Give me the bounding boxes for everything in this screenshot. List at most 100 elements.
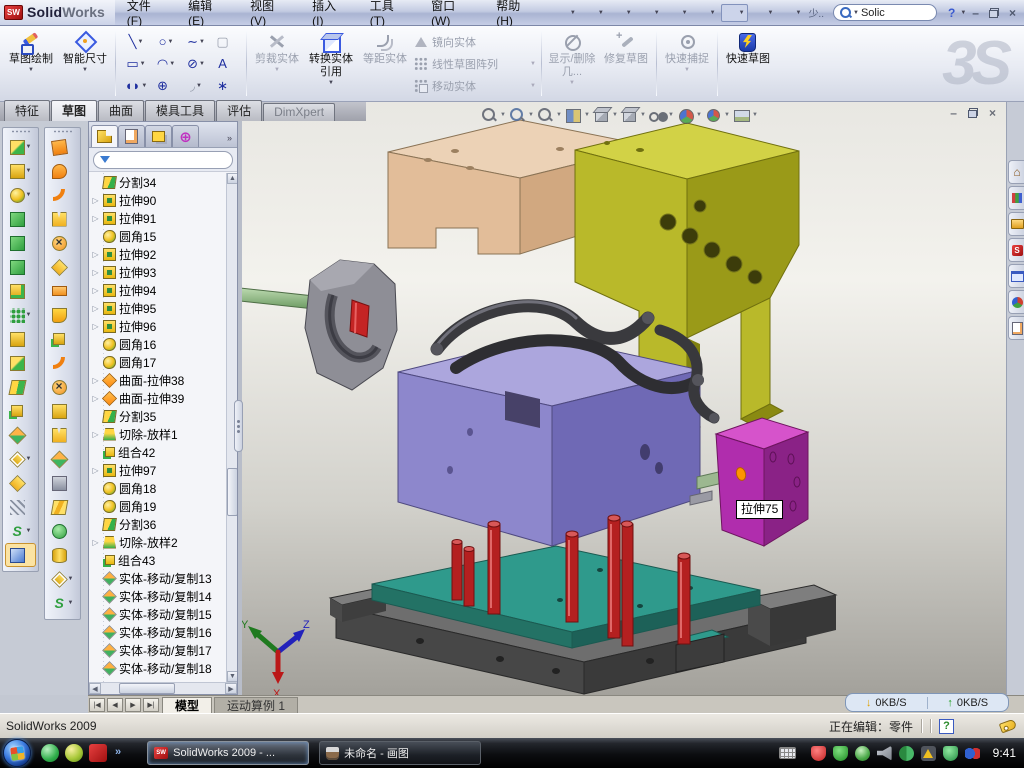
menu-item[interactable]: 文件(F)	[115, 0, 176, 25]
tree-item[interactable]: ▷ 拉伸97	[89, 461, 226, 479]
mold-toolbar-button[interactable]: ▼	[45, 399, 80, 423]
chevron-down-icon[interactable]: ▼	[137, 39, 143, 45]
feature-toolbar-button[interactable]: ▼	[3, 183, 38, 207]
sketch-entity-button[interactable]: ◖◗▼	[121, 75, 151, 97]
document-tab[interactable]: 运动算例 1	[214, 697, 298, 713]
tree-item[interactable]: ▷ 实体-移动/复制18	[89, 659, 226, 677]
tree-item[interactable]: ▷ 拉伸96	[89, 317, 226, 335]
rapid-sketch-button[interactable]: 快速草图	[721, 29, 775, 98]
quick-access-button[interactable]: ▼	[721, 4, 748, 22]
mold-toolbar-button[interactable]: ▼	[45, 351, 80, 375]
task-pane-tab[interactable]	[1008, 186, 1024, 210]
task-pane-tab[interactable]	[1008, 290, 1024, 314]
view-toolbar-button[interactable]: ▼	[592, 106, 612, 124]
chevron-down-icon[interactable]: ▼	[710, 10, 716, 16]
chevron-down-icon[interactable]: ▼	[640, 112, 646, 118]
feature-toolbar-button[interactable]: ▼	[3, 327, 38, 351]
tree-item[interactable]: ▷ 圆角15	[89, 227, 226, 245]
sketch-tool-row[interactable]: 移动实体 ▼	[414, 76, 536, 96]
sketch-tool-row[interactable]: 镜向实体 ▼	[414, 32, 536, 52]
tree-filter-input[interactable]	[93, 151, 233, 169]
repair-sketch-button[interactable]: 修复草图	[599, 29, 653, 98]
display-delete-relations-button[interactable]: 显示/删除几... ▼	[545, 29, 599, 98]
feature-toolbar-button[interactable]: ▼	[5, 543, 36, 567]
chevron-down-icon[interactable]: ▼	[768, 10, 774, 16]
tree-item[interactable]: ▷ 实体-移动/复制17	[89, 641, 226, 659]
chevron-down-icon[interactable]: ▼	[328, 80, 334, 86]
sketch-button[interactable]: 草图绘制 ▼	[4, 29, 58, 98]
toolbar-overflow[interactable]: 少..	[808, 5, 824, 20]
sketch-entity-button[interactable]: ▭▼	[121, 53, 151, 75]
feature-toolbar-button[interactable]: ▼	[3, 135, 38, 159]
manager-overflow-button[interactable]: »	[227, 133, 235, 147]
chevron-down-icon[interactable]: ▼	[28, 67, 34, 73]
mold-toolbar-button[interactable]: ▼	[45, 495, 80, 519]
menu-item[interactable]: 窗口(W)	[419, 0, 484, 25]
minimize-button[interactable]: –	[972, 7, 979, 19]
scroll-down-arrow[interactable]: ▼	[227, 671, 237, 682]
offset-entities-button[interactable]: 等距实体	[358, 29, 412, 98]
chevron-down-icon[interactable]: ▼	[26, 144, 32, 150]
search-input[interactable]	[861, 7, 913, 19]
feature-toolbar-button[interactable]: ▼	[3, 255, 38, 279]
tag-icon[interactable]	[999, 719, 1017, 734]
tray-icon[interactable]	[943, 746, 958, 761]
task-pane-tab[interactable]	[1008, 212, 1024, 236]
feature-toolbar-button[interactable]: ▼	[3, 159, 38, 183]
command-tab[interactable]: 草图	[51, 100, 97, 121]
chevron-down-icon[interactable]: ▼	[199, 39, 205, 45]
mold-toolbar-button[interactable]: ▼	[45, 543, 80, 567]
tree-item[interactable]: ▷ 圆角18	[89, 479, 226, 497]
view-toolbar-button[interactable]: ▼	[620, 106, 640, 124]
search-box[interactable]: ▼	[833, 4, 937, 21]
chevron-down-icon[interactable]: ▼	[500, 112, 506, 118]
quick-access-button[interactable]: ▼	[609, 5, 634, 21]
chevron-down-icon[interactable]: ▼	[696, 112, 702, 118]
tree-item[interactable]: ▷ 拉伸94	[89, 281, 226, 299]
tree-item[interactable]: ▷ 拉伸95	[89, 299, 226, 317]
tree-item[interactable]: ▷ 切除-放样2	[89, 533, 226, 551]
expand-arrow-icon[interactable]: ▷	[91, 286, 100, 295]
mold-toolbar-button[interactable]: ▼	[45, 159, 80, 183]
close-button[interactable]: ×	[1009, 7, 1016, 19]
graphics-viewport[interactable]: Y Z X ▼▼▼▼▼▼▼▼▼▼ – × 拉伸75	[240, 102, 1006, 695]
tree-item[interactable]: ▷ 拉伸93	[89, 263, 226, 281]
view-toolbar-button[interactable]: ▼	[480, 106, 500, 124]
chevron-down-icon[interactable]: ▼	[612, 112, 618, 118]
mold-toolbar-button[interactable]: ▼	[45, 279, 80, 303]
feature-toolbar-button[interactable]: ▼	[3, 351, 38, 375]
splitter-handle[interactable]	[234, 400, 243, 452]
chevron-down-icon[interactable]: ▼	[26, 456, 32, 462]
feature-toolbar-button[interactable]: ▼	[3, 471, 38, 495]
feature-toolbar-button[interactable]: ▼	[3, 447, 38, 471]
doc-restore-button[interactable]	[968, 108, 978, 118]
feature-toolbar-button[interactable]: ▼	[3, 231, 38, 255]
mold-toolbar-button[interactable]: ▼	[45, 519, 80, 543]
tab-nav-button[interactable]: ▶	[125, 698, 141, 712]
chevron-down-icon[interactable]: ▼	[584, 112, 590, 118]
expand-arrow-icon[interactable]: ▷	[91, 250, 100, 259]
command-tab[interactable]: 评估	[216, 100, 262, 121]
feature-toolbar-button[interactable]: ▼	[3, 423, 38, 447]
tab-nav-button[interactable]: ▶|	[143, 698, 159, 712]
taskbar-window-button[interactable]: 未命名 - 画图	[319, 741, 481, 765]
task-pane-tab[interactable]	[1008, 160, 1024, 184]
sketch-entity-button[interactable]: ⊘▼	[181, 53, 211, 75]
view-toolbar-button[interactable]: ▼	[732, 106, 752, 124]
mold-toolbar-button[interactable]: ▼	[45, 591, 80, 615]
chevron-down-icon[interactable]: ▼	[68, 600, 74, 606]
sketch-entity-button[interactable]: ◠▼	[151, 53, 181, 75]
scroll-up-arrow[interactable]: ▲	[227, 173, 237, 184]
feature-toolbar-button[interactable]: ▼	[3, 519, 38, 543]
scroll-thumb[interactable]	[227, 468, 237, 516]
taskbar-window-button[interactable]: SW SolidWorks 2009 - ...	[147, 741, 309, 765]
quick-access-button[interactable]: ▼	[778, 5, 803, 21]
feature-toolbar-button[interactable]: ▼	[3, 375, 38, 399]
mold-toolbar-button[interactable]: ▼	[45, 327, 80, 351]
tree-item[interactable]: ▷ 切除-放样1	[89, 425, 226, 443]
tray-icon[interactable]	[899, 746, 914, 761]
sketch-entity-button[interactable]: ◞▼	[181, 75, 211, 97]
chevron-down-icon[interactable]: ▼	[196, 83, 202, 89]
quick-tips-button[interactable]: ?	[939, 719, 954, 734]
quick-launch-icon[interactable]	[41, 744, 59, 762]
